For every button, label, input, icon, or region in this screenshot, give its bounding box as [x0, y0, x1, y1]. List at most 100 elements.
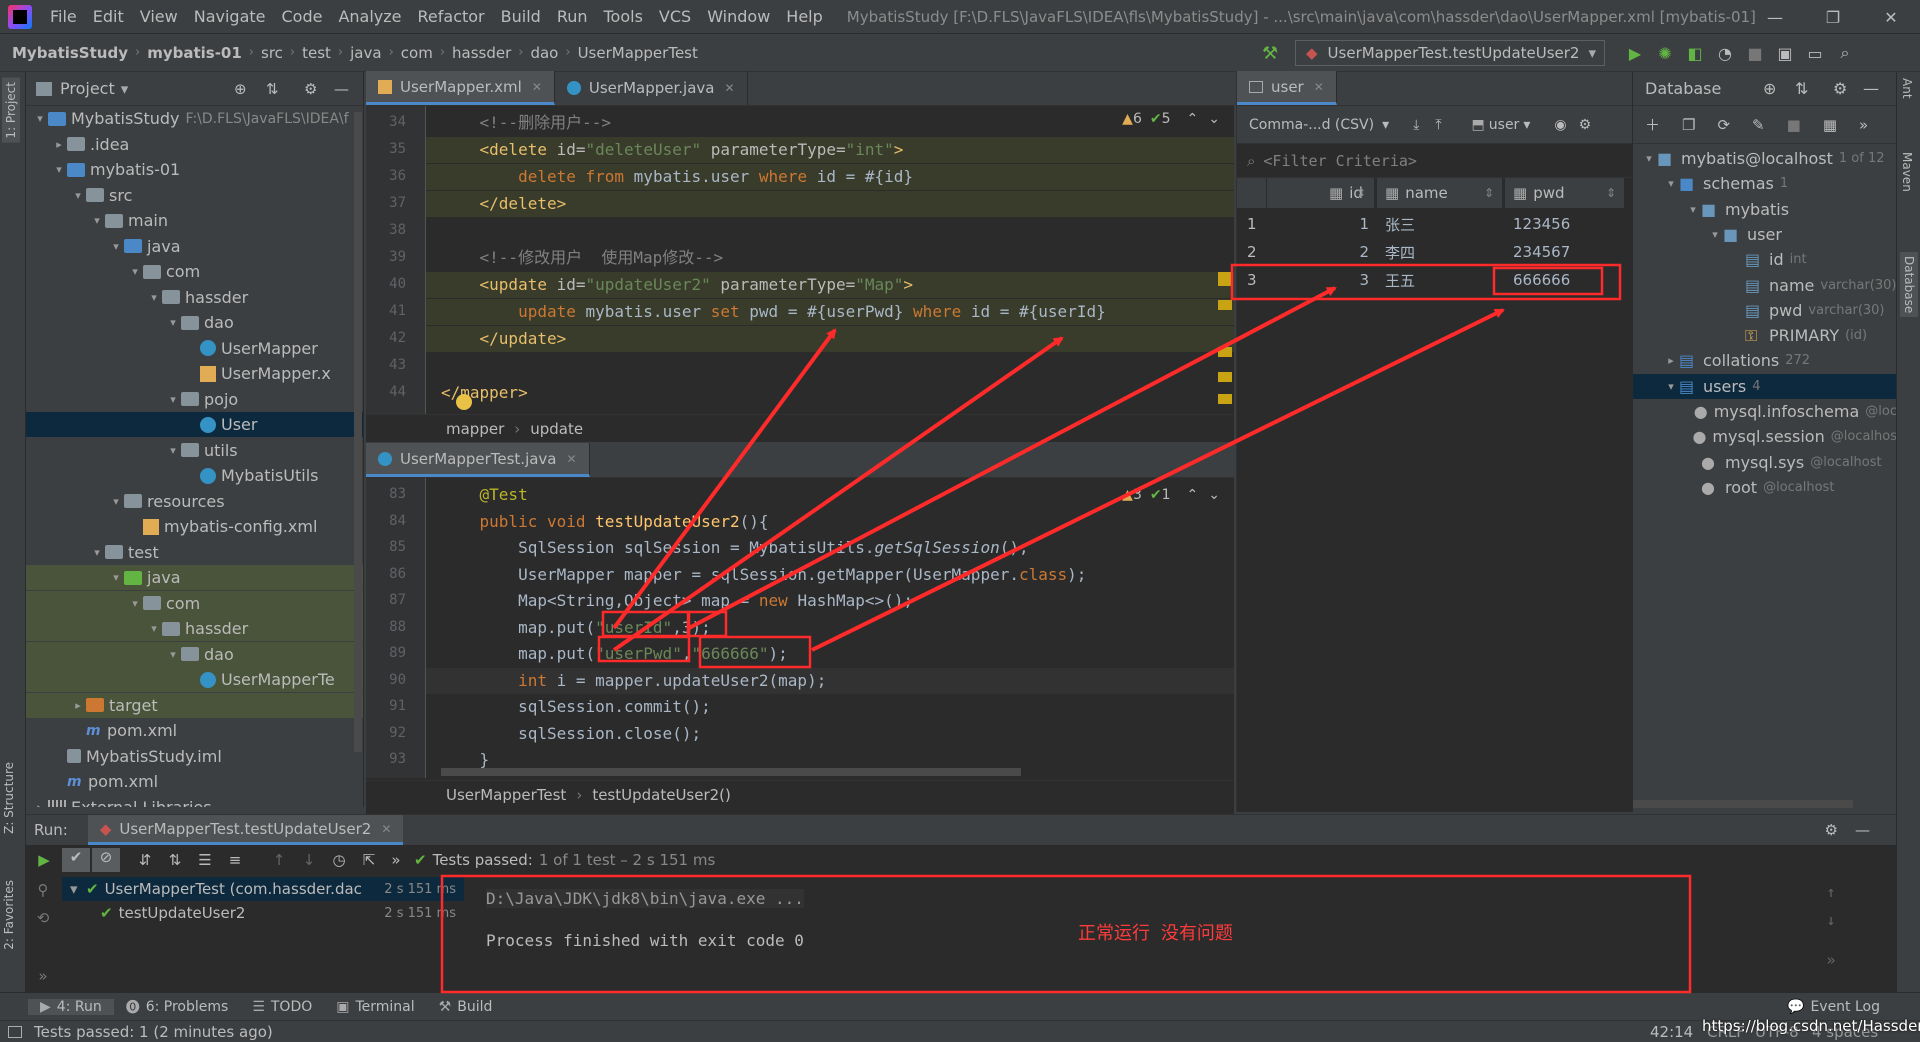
menu-analyze[interactable]: Analyze	[330, 7, 409, 26]
tool-tab-database[interactable]: Database	[1900, 252, 1918, 318]
sort-icon[interactable]: ⇵	[130, 851, 160, 869]
project-tree-item[interactable]: ▾ mybatis-01	[26, 157, 363, 182]
chevron-down-icon[interactable]: ▾	[108, 495, 124, 508]
prev-highlight-icon[interactable]: ⌃	[1187, 111, 1199, 127]
database-tree-item[interactable]: ▤ pwd varchar(30)	[1633, 298, 1896, 323]
editor-tab[interactable]: UserMapper.xml ✕	[366, 71, 555, 105]
cell-pwd[interactable]: 666666	[1513, 266, 1570, 294]
breadcrumb-item[interactable]: dao	[526, 44, 562, 62]
toggle-tool-windows-icon[interactable]	[8, 1025, 22, 1038]
test-result-item[interactable]: ▾ ✔ UserMapperTest (com.hassder.dac 2 s 151…	[62, 877, 464, 901]
chevron-right-icon[interactable]: ▸	[32, 801, 48, 808]
chevron-down-icon[interactable]: ▾	[146, 622, 162, 635]
breadcrumb-item[interactable]: UserMapperTest	[574, 44, 702, 62]
database-tree-item[interactable]: ▤ id int	[1633, 247, 1896, 272]
project-tree-item[interactable]: ▾ resources	[26, 489, 363, 514]
tool-window-terminal[interactable]: ▣ Terminal	[324, 999, 426, 1015]
project-tree-item[interactable]: ▾ utils	[26, 438, 363, 463]
cell-id[interactable]: 3	[1267, 266, 1369, 294]
project-tree-item[interactable]: ▸ .idea	[26, 132, 363, 157]
project-tree-item[interactable]: mybatis-config.xml	[26, 514, 363, 539]
view-icon[interactable]: ◉	[1554, 117, 1566, 133]
project-tree-item[interactable]: ▾ dao	[26, 310, 363, 335]
project-tree-item[interactable]: m pom.xml	[26, 769, 363, 794]
project-tree-item[interactable]: ▸ target	[26, 692, 363, 718]
caret-position[interactable]: 42:14	[1650, 1023, 1693, 1041]
database-tree-item[interactable]: ● root @localhost	[1633, 475, 1896, 500]
database-tree-item[interactable]: ▾ ▤ users 4	[1633, 373, 1896, 399]
sort-icon[interactable]: ⇕	[1484, 186, 1494, 200]
prev-failed-icon[interactable]: ↑	[264, 851, 294, 869]
project-tree-item[interactable]: ▾ MybatisStudy F:\D.FLS\JavaFLS\IDEA\f	[26, 106, 363, 131]
error-stripe-mark[interactable]	[1218, 272, 1232, 286]
download-icon[interactable]: ⤓	[1413, 117, 1419, 133]
error-stripe-mark[interactable]	[1218, 394, 1232, 404]
close-icon[interactable]: ✕	[532, 80, 542, 94]
project-tree-item[interactable]: ▾ pojo	[26, 387, 363, 412]
menu-vcs[interactable]: VCS	[651, 7, 699, 26]
project-structure-icon[interactable]: ▣	[1770, 44, 1800, 63]
menu-help[interactable]: Help	[778, 7, 830, 26]
breadcrumb-item[interactable]: mybatis-01	[143, 44, 246, 62]
chevron-down-icon[interactable]: ▾	[70, 189, 86, 202]
chevron-down-icon[interactable]: ▾	[89, 546, 105, 559]
project-tree-item[interactable]: ▾ com	[26, 259, 363, 284]
down-icon[interactable]: ↓	[1826, 911, 1835, 929]
project-tree-item[interactable]: ▾ com	[26, 590, 363, 616]
menu-code[interactable]: Code	[274, 7, 331, 26]
menu-run[interactable]: Run	[549, 7, 596, 26]
test-result-item[interactable]: ✔ testUpdateUser2 2 s 151 ms	[62, 901, 464, 925]
export-format-select[interactable]: Comma-...d (CSV)	[1249, 117, 1374, 133]
build-hammer-icon[interactable]: ⚒	[1262, 43, 1278, 64]
chevron-down-icon[interactable]: ▾	[1663, 380, 1679, 393]
cell-pwd[interactable]: 234567	[1513, 238, 1570, 266]
more-icon[interactable]: »	[1826, 951, 1835, 969]
project-tool-tab[interactable]: 1: Project	[2, 78, 20, 143]
history-icon[interactable]: ◷	[324, 851, 354, 869]
collapse-all-icon[interactable]: ⇅	[266, 80, 279, 98]
database-tree-item[interactable]: ▾ ■ mybatis	[1633, 197, 1896, 222]
horizontal-scrollbar[interactable]	[1633, 800, 1853, 808]
menu-navigate[interactable]: Navigate	[186, 7, 274, 26]
breadcrumb-item[interactable]: testUpdateUser2()	[592, 786, 731, 804]
lightbulb-icon[interactable]	[456, 394, 472, 410]
menu-window[interactable]: Window	[699, 7, 778, 26]
menu-tools[interactable]: Tools	[596, 7, 651, 26]
menu-build[interactable]: Build	[493, 7, 549, 26]
project-tree-item[interactable]: m pom.xml	[26, 718, 363, 743]
restore-layout-icon[interactable]: ⟲	[37, 909, 50, 927]
locate-icon[interactable]: ⊕	[234, 80, 247, 98]
run-icon[interactable]: ▶	[1620, 44, 1650, 63]
cell-id[interactable]: 2	[1267, 238, 1369, 266]
chevron-down-icon[interactable]: ▾	[127, 597, 143, 610]
cell-name[interactable]: 李四	[1385, 238, 1415, 266]
error-stripe-mark[interactable]	[1218, 300, 1232, 310]
sort-duration-icon[interactable]: ⇅	[160, 851, 190, 869]
coverage-icon[interactable]: ◧	[1680, 44, 1710, 63]
minimize-button[interactable]: —	[1746, 8, 1804, 27]
database-tree-item[interactable]: ● mysql.sys @localhost	[1633, 450, 1896, 475]
database-tree-item[interactable]: ▾ ■ mybatis@localhost 1 of 12	[1633, 146, 1896, 171]
chevron-down-icon[interactable]: ▾	[70, 880, 86, 898]
cell-name[interactable]: 张三	[1385, 210, 1415, 238]
run-configuration-select[interactable]: ◆ UserMapperTest.testUpdateUser2 ▾	[1295, 40, 1605, 66]
database-tree-item[interactable]: ▾ ■ user	[1633, 222, 1896, 247]
chevron-down-icon[interactable]: ▾	[165, 316, 181, 329]
tab-run-config[interactable]: ◆ UserMapperTest.testUpdateUser2 ✕	[87, 815, 404, 845]
project-tree-item[interactable]: User	[26, 412, 363, 437]
menu-file[interactable]: File	[42, 7, 85, 26]
chevron-down-icon[interactable]: ▾	[165, 444, 181, 457]
chevron-down-icon[interactable]: ▾	[51, 163, 67, 176]
editor-tab[interactable]: UserMapperTest.java ✕	[366, 443, 590, 477]
pin-icon[interactable]: ⚲	[38, 881, 49, 899]
more-icon[interactable]: »	[38, 967, 47, 985]
filter-criteria-input[interactable]: ⌕ <Filter Criteria>	[1237, 144, 1633, 178]
database-tree-item[interactable]: ▾ ■ schemas 1	[1633, 171, 1896, 196]
project-tree-item[interactable]: MybatisStudy.iml	[26, 744, 363, 769]
chevron-down-icon[interactable]: ▾	[1641, 152, 1657, 165]
hide-icon[interactable]: —	[334, 80, 349, 98]
tab-user-table[interactable]: user ✕	[1237, 71, 1337, 105]
stop-icon[interactable]: ■	[1740, 44, 1770, 63]
tool-window-problems[interactable]: ⓿ 6: Problems	[114, 997, 241, 1017]
next-highlight-icon[interactable]: ⌄	[1208, 111, 1220, 127]
